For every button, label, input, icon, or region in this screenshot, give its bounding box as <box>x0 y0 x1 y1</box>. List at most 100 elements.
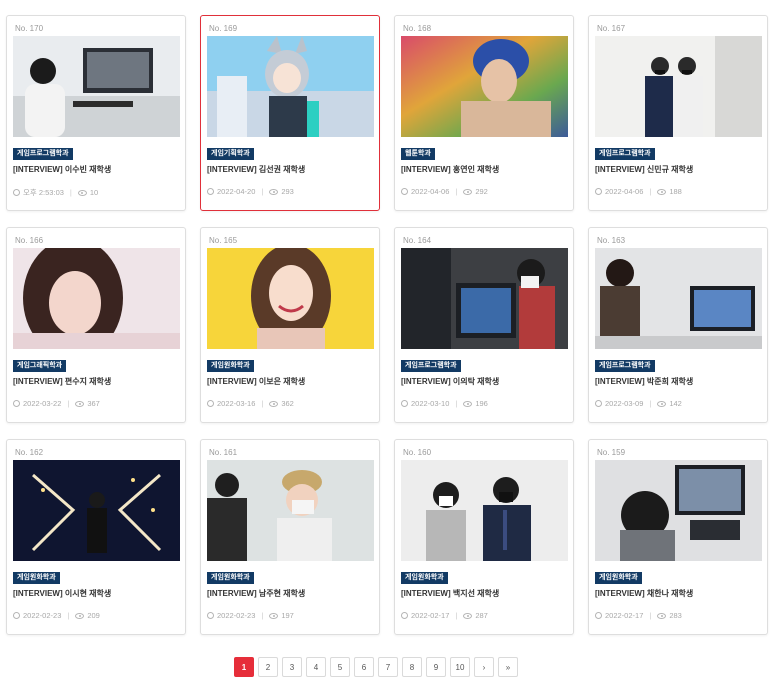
department-badge: 게임원화학과 <box>595 572 642 584</box>
department-badge: 웹툰학과 <box>401 148 435 160</box>
thumbnail[interactable] <box>595 248 762 349</box>
page-5-button[interactable]: 5 <box>330 657 350 677</box>
view-count: 196 <box>475 399 488 408</box>
thumbnail[interactable] <box>401 460 568 561</box>
post-meta: 2022-02-17 | 283 <box>595 611 682 620</box>
page-6-button[interactable]: 6 <box>354 657 374 677</box>
card[interactable]: No. 161 게임원화학과 [INTERVIEW] 남주현 재학생 2022-… <box>200 439 380 635</box>
card[interactable]: No. 168 웹툰학과 [INTERVIEW] 홍연인 재학생 2022-04… <box>394 15 574 211</box>
post-date: 2022-03-09 <box>605 399 644 408</box>
post-number: No. 167 <box>597 24 626 33</box>
post-meta: 오후 2:53:03 | 10 <box>13 187 98 198</box>
page-7-button[interactable]: 7 <box>378 657 398 677</box>
card[interactable]: No. 164 게임프로그램학과 [INTERVIEW] 이의탁 재학생 202… <box>394 227 574 423</box>
post-number: No. 160 <box>403 448 432 457</box>
view-count: 197 <box>281 611 294 620</box>
eye-icon <box>657 612 667 619</box>
page-10-button[interactable]: 10 <box>450 657 470 677</box>
divider: | <box>455 187 458 196</box>
post-meta: 2022-04-06 | 188 <box>595 187 682 196</box>
department-badge: 게임원화학과 <box>401 572 448 584</box>
thumbnail[interactable] <box>401 36 568 137</box>
divider: | <box>455 611 458 620</box>
clock-icon <box>207 188 214 195</box>
clock-icon <box>595 188 602 195</box>
card[interactable]: No. 165 게임원화학과 [INTERVIEW] 이보은 재학생 2022-… <box>200 227 380 423</box>
department-badge: 게임그래픽학과 <box>13 360 67 372</box>
page-9-button[interactable]: 9 <box>426 657 446 677</box>
post-title[interactable]: [INTERVIEW] 신민규 재학생 <box>595 164 693 175</box>
card[interactable]: No. 167 게임프로그램학과 [INTERVIEW] 신민규 재학생 202… <box>588 15 768 211</box>
card[interactable]: No. 169 게임기획학과 [INTERVIEW] 김선권 재학생 2022-… <box>200 15 380 211</box>
post-title[interactable]: [INTERVIEW] 이보은 재학생 <box>207 376 305 387</box>
post-number: No. 159 <box>597 448 626 457</box>
card[interactable]: No. 166 게임그래픽학과 [INTERVIEW] 편수지 재학생 2022… <box>6 227 186 423</box>
post-number: No. 168 <box>403 24 432 33</box>
eye-icon <box>657 188 667 195</box>
thumbnail[interactable] <box>595 460 762 561</box>
department-badge: 게임원화학과 <box>207 360 254 372</box>
card[interactable]: No. 162 게임원화학과 [INTERVIEW] 이시현 재학생 2022-… <box>6 439 186 635</box>
card[interactable]: No. 163 게임프로그램학과 [INTERVIEW] 박준희 재학생 202… <box>588 227 768 423</box>
view-count: 188 <box>669 187 682 196</box>
page-8-button[interactable]: 8 <box>402 657 422 677</box>
post-title[interactable]: [INTERVIEW] 이시현 재학생 <box>13 588 111 599</box>
post-number: No. 164 <box>403 236 432 245</box>
post-title[interactable]: [INTERVIEW] 이의탁 재학생 <box>401 376 499 387</box>
post-number: No. 162 <box>15 448 44 457</box>
thumbnail[interactable] <box>207 248 374 349</box>
view-count: 367 <box>87 399 100 408</box>
eye-icon <box>463 188 473 195</box>
view-count: 10 <box>89 188 99 197</box>
page-4-button[interactable]: 4 <box>306 657 326 677</box>
clock-icon <box>207 400 214 407</box>
page-3-button[interactable]: 3 <box>282 657 302 677</box>
department-badge: 게임프로그램학과 <box>401 360 461 372</box>
post-meta: 2022-03-10 | 196 <box>401 399 488 408</box>
divider: | <box>261 611 264 620</box>
card[interactable]: No. 160 게임원화학과 [INTERVIEW] 백지선 재학생 2022-… <box>394 439 574 635</box>
next-page-icon[interactable]: › <box>474 657 494 677</box>
thumbnail[interactable] <box>401 248 568 349</box>
post-title[interactable]: [INTERVIEW] 편수지 재학생 <box>13 376 111 387</box>
eye-icon <box>269 188 279 195</box>
view-count: 293 <box>281 187 294 196</box>
thumbnail[interactable] <box>207 36 374 137</box>
thumbnail[interactable] <box>595 36 762 137</box>
post-title[interactable]: [INTERVIEW] 박준희 재학생 <box>595 376 693 387</box>
page-1-button[interactable]: 1 <box>234 657 254 677</box>
eye-icon <box>269 612 279 619</box>
post-title[interactable]: [INTERVIEW] 김선권 재학생 <box>207 164 305 175</box>
department-badge: 게임프로그램학과 <box>13 148 73 160</box>
card[interactable]: No. 170 게임프로그램학과 [INTERVIEW] 이수빈 재학생 오후 … <box>6 15 186 211</box>
thumbnail[interactable] <box>207 460 374 561</box>
post-meta: 2022-03-16 | 362 <box>207 399 294 408</box>
post-meta: 2022-04-06 | 292 <box>401 187 488 196</box>
post-number: No. 163 <box>597 236 626 245</box>
post-date: 2022-03-16 <box>217 399 256 408</box>
pagination: 1 2 3 4 5 6 7 8 9 10 › » <box>234 657 518 677</box>
clock-icon <box>13 189 20 196</box>
last-page-icon[interactable]: » <box>498 657 518 677</box>
post-title[interactable]: [INTERVIEW] 남주현 재학생 <box>207 588 305 599</box>
department-badge: 게임원화학과 <box>13 572 60 584</box>
post-date: 2022-04-06 <box>605 187 644 196</box>
department-badge: 게임프로그램학과 <box>595 360 655 372</box>
post-date: 2022-04-06 <box>411 187 450 196</box>
thumbnail[interactable] <box>13 248 180 349</box>
eye-icon <box>269 400 279 407</box>
divider: | <box>261 399 264 408</box>
divider: | <box>67 399 70 408</box>
eye-icon <box>463 400 473 407</box>
page-2-button[interactable]: 2 <box>258 657 278 677</box>
card[interactable]: No. 159 게임원화학과 [INTERVIEW] 채한나 재학생 2022-… <box>588 439 768 635</box>
view-count: 142 <box>669 399 682 408</box>
view-count: 292 <box>475 187 488 196</box>
post-title[interactable]: [INTERVIEW] 홍연인 재학생 <box>401 164 499 175</box>
divider: | <box>67 611 70 620</box>
thumbnail[interactable] <box>13 36 180 137</box>
post-title[interactable]: [INTERVIEW] 이수빈 재학생 <box>13 164 111 175</box>
thumbnail[interactable] <box>13 460 180 561</box>
post-title[interactable]: [INTERVIEW] 채한나 재학생 <box>595 588 693 599</box>
post-title[interactable]: [INTERVIEW] 백지선 재학생 <box>401 588 499 599</box>
